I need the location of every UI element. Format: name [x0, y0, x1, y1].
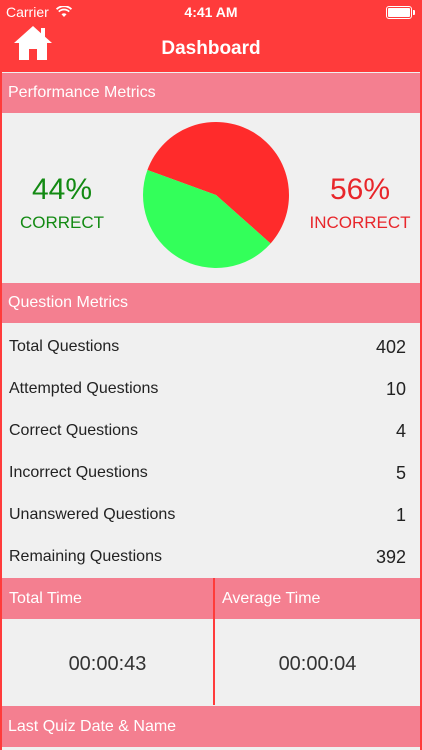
battery-icon	[386, 6, 415, 19]
metric-value: 5	[395, 463, 406, 483]
metric-value: 10	[385, 379, 406, 399]
metric-value: 4	[395, 421, 406, 441]
average-time-value: 00:00:04	[215, 619, 420, 705]
status-time: 4:41 AM	[184, 4, 238, 20]
status-bar: Carrier 4:41 AM	[0, 4, 422, 22]
question-metrics-header: Question Metrics	[2, 283, 420, 323]
correct-label: CORRECT	[19, 213, 105, 232]
incorrect-label: INCORRECT	[309, 213, 411, 232]
time-divider	[213, 578, 215, 705]
performance-metrics-panel: 44% CORRECT 56% INCORRECT	[2, 113, 420, 283]
metric-row-unanswered: Unanswered Questions 1	[2, 494, 420, 536]
correct-percent: 44%	[31, 173, 93, 206]
metric-row-incorrect: Incorrect Questions 5	[2, 452, 420, 494]
average-time-header: Average Time	[215, 578, 420, 619]
metric-label: Incorrect Questions	[9, 464, 148, 481]
metric-row-remaining: Remaining Questions 392	[2, 536, 420, 578]
page-title: Dashboard	[161, 38, 261, 59]
metric-row-attempted: Attempted Questions 10	[2, 368, 420, 410]
metric-row-total: Total Questions 402	[2, 326, 420, 368]
metric-value: 1	[395, 505, 406, 525]
performance-metrics-header: Performance Metrics	[2, 73, 420, 113]
metric-label: Unanswered Questions	[9, 506, 176, 523]
metric-label: Attempted Questions	[9, 380, 159, 397]
metric-label: Remaining Questions	[9, 548, 162, 565]
metric-label: Correct Questions	[9, 422, 138, 439]
metric-row-correct: Correct Questions 4	[2, 410, 420, 452]
metric-value: 402	[375, 337, 406, 357]
last-quiz-header: Last Quiz Date & Name	[2, 706, 420, 747]
total-time-header: Total Time	[2, 578, 213, 619]
total-time-value: 00:00:43	[2, 619, 213, 705]
nav-bar: Carrier 4:41 AM Dashboard	[0, 0, 422, 72]
metric-value: 392	[375, 547, 406, 567]
metric-label: Total Questions	[9, 338, 120, 355]
incorrect-percent: 56%	[329, 173, 391, 206]
performance-pie-chart	[142, 122, 289, 268]
